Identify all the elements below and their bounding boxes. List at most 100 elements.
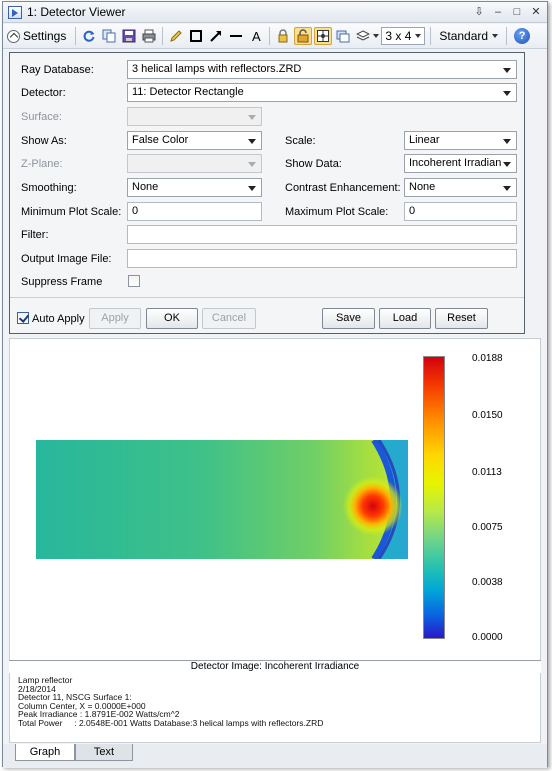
suppress-frame-label: Suppress Frame [21, 276, 103, 288]
z-plane-label: Z-Plane: [21, 158, 63, 170]
arrow-tool-icon[interactable] [207, 27, 225, 45]
contrast-enhancement-select[interactable]: None [404, 178, 517, 197]
detector-label: Detector: [21, 87, 66, 99]
min-plot-scale-input[interactable]: 0 [127, 202, 262, 221]
ok-button[interactable]: OK [146, 308, 198, 329]
detector-value: 11: Detector Rectangle [132, 86, 244, 98]
chevron-down-icon [248, 139, 256, 144]
max-plot-scale-input[interactable]: 0 [404, 202, 517, 221]
chevron-down-icon [248, 115, 256, 120]
contrast-enhancement-value: None [409, 181, 436, 193]
colorbar-label: 0.0113 [472, 467, 502, 478]
smoothing-value: None [132, 181, 159, 193]
chevron-down-icon [503, 91, 511, 96]
lock-icon[interactable] [274, 27, 292, 45]
colorbar [423, 356, 445, 639]
toolbar: Settings A 3 x 4 Standard ? [3, 24, 547, 49]
chevron-down-icon [503, 139, 511, 144]
scale-select[interactable]: Linear [404, 131, 517, 150]
layout-select-value: 3 x 4 [385, 29, 412, 43]
output-image-label: Output Image File: [21, 253, 112, 265]
filter-label: Filter: [21, 229, 49, 241]
suppress-frame-checkbox[interactable] [128, 275, 140, 287]
detector-select[interactable]: 11: Detector Rectangle [127, 83, 517, 102]
pencil-icon[interactable] [167, 27, 185, 45]
view-tabs: Graph Text [3, 744, 547, 768]
settings-panel: Ray Database: 3 helical lamps with refle… [9, 52, 525, 334]
colorbar-label: 0.0075 [472, 522, 503, 533]
detector-heatmap [36, 440, 408, 559]
tab-text[interactable]: Text [75, 744, 133, 761]
toolbar-separator [269, 27, 271, 45]
surface-label: Surface: [21, 111, 62, 123]
load-button[interactable]: Load [379, 308, 431, 329]
panel-divider [10, 297, 524, 298]
chevron-down-icon [248, 186, 256, 191]
style-select-value: Standard [439, 29, 489, 43]
ray-database-select[interactable]: 3 helical lamps with reflectors.ZRD [127, 60, 517, 79]
cancel-button[interactable]: Cancel [202, 308, 256, 329]
min-plot-scale-label: Minimum Plot Scale: [21, 206, 122, 218]
colorbar-label: 0.0000 [472, 632, 503, 643]
refresh-icon[interactable] [80, 27, 98, 45]
show-data-select[interactable]: Incoherent Irradian [404, 154, 517, 173]
auto-apply-checkbox[interactable] [17, 312, 29, 324]
show-data-label: Show Data: [285, 158, 342, 170]
detector-viewer-window: 1: Detector Viewer ⇩ – □ ✕ Settings A 3 … [2, 1, 548, 768]
text-tool-icon[interactable]: A [247, 27, 265, 45]
max-plot-scale-label: Maximum Plot Scale: [285, 206, 389, 218]
chevron-down-icon [248, 162, 256, 167]
title-bar: 1: Detector Viewer ⇩ – □ ✕ [3, 2, 547, 23]
save-button[interactable]: Save [322, 308, 375, 329]
scale-value: Linear [409, 134, 440, 146]
ray-database-value: 3 helical lamps with reflectors.ZRD [132, 63, 302, 75]
apply-button[interactable]: Apply [89, 308, 141, 329]
reset-button[interactable]: Reset [435, 308, 488, 329]
tab-graph[interactable]: Graph [15, 744, 75, 761]
app-icon [8, 5, 22, 19]
filter-input[interactable] [127, 225, 517, 244]
chevron-down-icon [492, 34, 499, 38]
window-title: 1: Detector Viewer [27, 5, 126, 19]
toolbar-separator [430, 27, 432, 45]
contrast-enhancement-label: Contrast Enhancement: [285, 182, 401, 194]
chevron-down-icon [503, 68, 511, 73]
z-plane-select[interactable] [127, 154, 262, 173]
show-as-value: False Color [132, 134, 189, 146]
collapse-icon [7, 29, 20, 43]
smoothing-select[interactable]: None [127, 178, 262, 197]
settings-toggle-button[interactable]: Settings [7, 29, 66, 43]
colorbar-label: 0.0188 [472, 353, 503, 364]
line-tool-icon[interactable] [227, 27, 245, 45]
surface-select[interactable] [127, 107, 262, 126]
layout-select[interactable]: 3 x 4 [381, 27, 426, 45]
show-as-select[interactable]: False Color [127, 131, 262, 150]
colorbar-label: 0.0150 [472, 410, 503, 421]
output-image-input[interactable] [127, 249, 517, 268]
show-as-label: Show As: [21, 135, 67, 147]
layers-icon[interactable] [354, 27, 372, 45]
settings-label: Settings [23, 29, 67, 43]
window-copy-icon[interactable] [334, 27, 352, 45]
print-icon[interactable] [140, 27, 158, 45]
help-icon[interactable]: ? [514, 28, 531, 44]
copy-icon[interactable] [100, 27, 118, 45]
style-select[interactable]: Standard [436, 27, 501, 45]
crosshair-icon[interactable] [314, 27, 333, 45]
maximize-icon[interactable]: □ [509, 4, 525, 20]
chevron-down-icon[interactable] [373, 34, 380, 38]
minimize-icon[interactable]: – [490, 4, 506, 20]
save-icon[interactable] [120, 27, 138, 45]
smoothing-label: Smoothing: [21, 182, 77, 194]
auto-apply-label[interactable]: Auto Apply [32, 313, 85, 325]
close-icon[interactable]: ✕ [528, 4, 544, 20]
info-panel: Lamp reflector 2/18/2014 Detector 11, NS… [9, 673, 541, 743]
dock-icon[interactable]: ⇩ [471, 4, 487, 20]
graph-caption: Detector Image: Incoherent Irradiance [9, 660, 541, 673]
toolbar-separator [506, 27, 508, 45]
rectangle-tool-icon[interactable] [187, 27, 205, 45]
show-data-value: Incoherent Irradian [409, 157, 502, 169]
graph-area: 0.0188 0.0150 0.0113 0.0075 0.0038 0.000… [9, 338, 541, 672]
colorbar-label: 0.0038 [472, 577, 503, 588]
lock-active-icon[interactable] [294, 27, 313, 45]
